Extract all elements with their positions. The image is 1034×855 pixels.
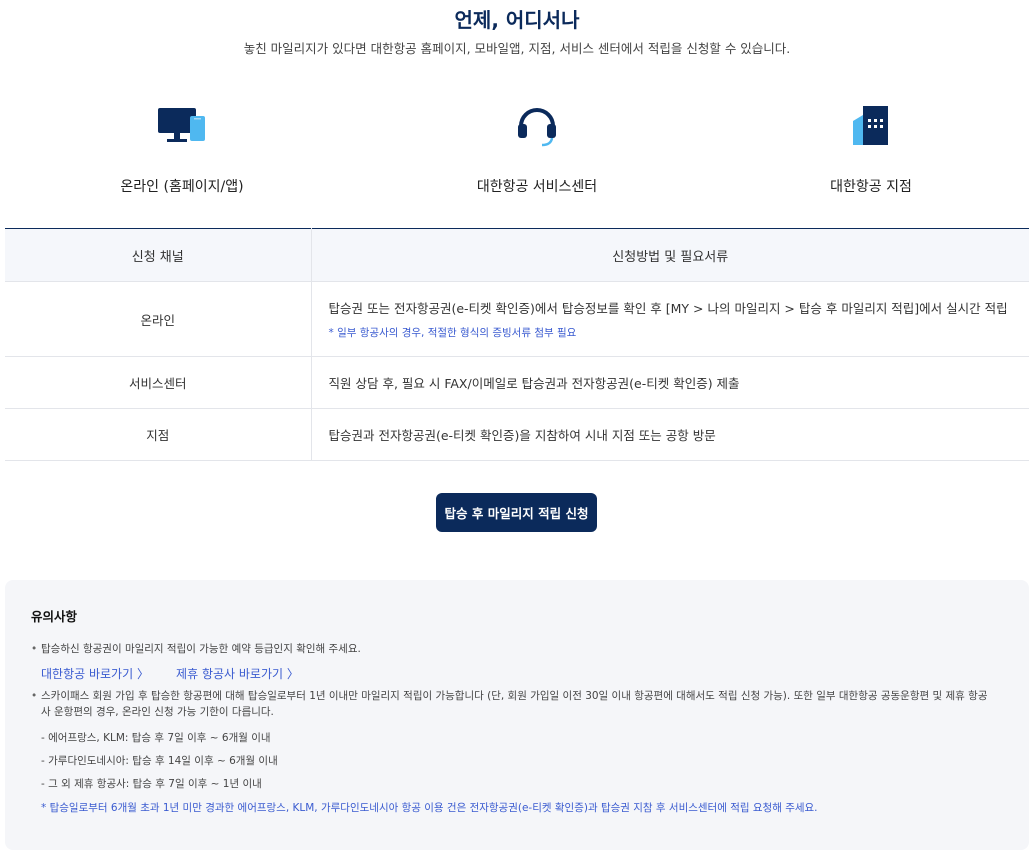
page-title: 언제, 어디서나 (454, 8, 580, 32)
channel-online: 온라인 (홈페이지/앱) (52, 102, 312, 196)
channel-service-center: 대한항공 서비스센터 (407, 102, 667, 196)
notice-footnote: * 탑승일로부터 6개월 초과 1년 미만 경과한 에어프랑스, KLM, 가루… (41, 802, 818, 814)
table-header-channel: 신청 채널 (5, 228, 312, 282)
building-icon (741, 102, 1001, 148)
headset-icon (407, 102, 667, 148)
table-cell-channel: 지점 (5, 408, 312, 461)
application-methods-table: 신청 채널 신청방법 및 필요서류 온라인 탑승권 또는 전자항공권(e-티켓 … (5, 228, 1029, 461)
monitor-phone-icon (52, 102, 312, 148)
table-header-method: 신청방법 및 필요서류 (311, 228, 1029, 282)
channel-online-label: 온라인 (홈페이지/앱) (120, 179, 244, 195)
notice-sub-item: - 에어프랑스, KLM: 탑승 후 7일 이후 ~ 6개월 이내 (41, 732, 271, 744)
notice-links: 대한항공 바로가기 〉 제휴 항공사 바로가기 〉 (31, 663, 1003, 682)
table-header-row: 신청 채널 신청방법 및 필요서류 (5, 228, 1029, 282)
korean-air-link[interactable]: 대한항공 바로가기 〉 (41, 667, 149, 681)
table-cell-method: 탑승권 또는 전자항공권(e-티켓 확인증)에서 탑승정보를 확인 후 [MY … (311, 281, 1029, 357)
channel-branch: 대한항공 지점 (741, 102, 1001, 196)
table-row: 서비스센터 직원 상담 후, 필요 시 FAX/이메일로 탑승권과 전자항공권(… (5, 356, 1029, 409)
notice-item: 탑승하신 항공권이 마일리지 적립이 가능한 예약 등급인지 확인해 주세요. (31, 641, 1003, 657)
apply-mileage-button[interactable]: 탑승 후 마일리지 적립 신청 (436, 493, 597, 532)
table-cell-channel: 서비스센터 (5, 356, 312, 409)
table-row: 온라인 탑승권 또는 전자항공권(e-티켓 확인증)에서 탑승정보를 확인 후 … (5, 281, 1029, 357)
channel-branch-label: 대한항공 지점 (830, 179, 912, 195)
page-subtitle: 놓친 마일리지가 있다면 대한항공 홈페이지, 모바일앱, 지점, 서비스 센터… (243, 41, 791, 56)
method-note: * 일부 항공사의 경우, 적절한 형식의 증빙서류 첨부 필요 (328, 327, 577, 339)
notice-sub-item: - 그 외 제휴 항공사: 탑승 후 7일 이후 ~ 1년 이내 (41, 778, 262, 790)
table-cell-channel: 온라인 (5, 281, 312, 357)
notice-title: 유의사항 (31, 609, 78, 624)
channel-service-center-label: 대한항공 서비스센터 (476, 179, 598, 195)
table-row: 지점 탑승권과 전자항공권(e-티켓 확인증)을 지참하여 시내 지점 또는 공… (5, 408, 1029, 461)
notice-item: 스카이패스 회원 가입 후 탑승한 항공편에 대해 탑승일로부터 1년 이내만 … (31, 688, 1003, 720)
notice-sub-item: - 가루다인도네시아: 탑승 후 14일 이후 ~ 6개월 이내 (41, 755, 278, 767)
method-text: 탑승권 또는 전자항공권(e-티켓 확인증)에서 탑승정보를 확인 후 [MY … (328, 301, 1008, 316)
partner-airline-link[interactable]: 제휴 항공사 바로가기 〉 (176, 667, 299, 681)
table-cell-method: 탑승권과 전자항공권(e-티켓 확인증)을 지참하여 시내 지점 또는 공항 방… (311, 408, 1029, 461)
table-cell-method: 직원 상담 후, 필요 시 FAX/이메일로 탑승권과 전자항공권(e-티켓 확… (311, 356, 1029, 409)
notice-box: 유의사항 탑승하신 항공권이 마일리지 적립이 가능한 예약 등급인지 확인해 … (5, 580, 1029, 850)
